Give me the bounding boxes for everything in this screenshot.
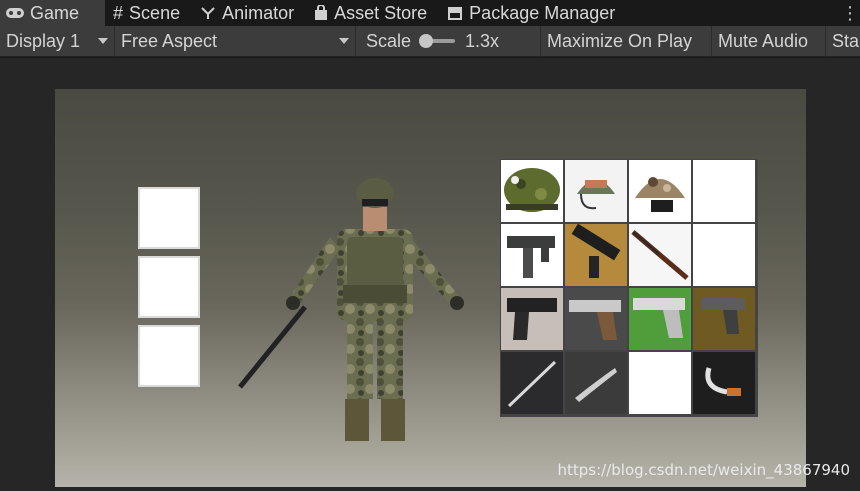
karambit-knife-icon (705, 367, 741, 396)
pistol-small-icon (701, 298, 745, 334)
green-helmet-icon (577, 180, 615, 210)
kukri-knife-icon (575, 368, 617, 402)
gamepad-icon (6, 7, 24, 19)
inventory-slot-pistol-black[interactable] (501, 288, 563, 350)
inventory-slot-empty[interactable] (629, 352, 691, 414)
display-dropdown-value: Display 1 (6, 30, 81, 51)
soldier-character (235, 177, 475, 448)
pistol-black-icon (507, 298, 557, 340)
game-view-toolbar: Display 1 Free Aspect Scale 1.3x Maximiz… (0, 25, 860, 57)
chevron-down-icon (98, 38, 108, 44)
equipment-slot[interactable] (138, 325, 200, 387)
tab-label: Game (30, 2, 80, 23)
tab-package-manager[interactable]: Package Manager (439, 0, 627, 26)
aspect-dropdown-value: Free Aspect (121, 30, 218, 51)
desert-helmet-icon (635, 177, 685, 212)
inventory-slot-rifle[interactable] (629, 224, 691, 286)
tab-game[interactable]: Game (0, 0, 106, 26)
maximize-on-play-toggle[interactable]: Maximize On Play (541, 25, 712, 57)
inventory-slot-green-helmet[interactable] (565, 160, 627, 222)
watermark: https://blog.csdn.net/weixin_43867940 (557, 461, 850, 479)
mp5-smg-icon (571, 224, 621, 278)
inventory-slot-karambit-knife[interactable] (693, 352, 755, 414)
stats-toggle[interactable]: Sta (826, 26, 860, 57)
inventory-slot-pistol-green-bg[interactable] (629, 288, 691, 350)
combat-knife-icon (507, 360, 557, 408)
shopping-bag-icon (314, 5, 328, 21)
more-options-icon[interactable]: ⋮ (840, 0, 860, 26)
mute-audio-label: Mute Audio (718, 30, 809, 51)
pistol-silver-icon (569, 300, 621, 340)
rifle-icon (631, 230, 689, 280)
tab-animator[interactable]: Animator (192, 0, 306, 26)
tab-label: Package Manager (469, 2, 616, 23)
inventory-slot-desert-helmet[interactable] (629, 160, 691, 222)
tab-label: Scene (129, 2, 181, 23)
scale-control: Scale 1.3x (356, 25, 541, 57)
equipment-slot[interactable] (138, 256, 200, 318)
uzi-smg-icon (507, 236, 555, 278)
tab-asset-store[interactable]: Asset Store (306, 0, 439, 26)
package-icon (447, 6, 463, 20)
grid-icon: # (113, 2, 124, 23)
tab-scene[interactable]: # Scene (105, 0, 192, 26)
display-dropdown[interactable]: Display 1 (0, 25, 115, 57)
mute-audio-toggle[interactable]: Mute Audio (712, 25, 826, 57)
stats-label: Sta (832, 30, 860, 51)
editor-tab-bar: Game # Scene Animator Asset Store Packag… (0, 0, 860, 26)
equipment-slot[interactable] (138, 187, 200, 249)
inventory-slot-pistol-silver[interactable] (565, 288, 627, 350)
inventory-slot-pistol-small[interactable] (693, 288, 755, 350)
scale-value: 1.3x (465, 30, 500, 51)
inventory-slot-mp5-smg[interactable] (565, 224, 627, 286)
chevron-down-icon (339, 38, 349, 44)
scale-label: Scale (366, 30, 412, 51)
inventory-slot-empty[interactable] (693, 160, 755, 222)
tab-label: Animator (222, 2, 295, 23)
tab-label: Asset Store (334, 2, 428, 23)
inventory-slot-kukri-knife[interactable] (565, 352, 627, 414)
camo-helmet-icon (504, 168, 560, 212)
game-viewport[interactable] (55, 89, 806, 487)
inventory-slot-camo-helmet[interactable] (501, 160, 563, 222)
scale-slider[interactable] (419, 34, 456, 48)
scale-slider-handle[interactable] (419, 34, 434, 48)
game-view: https://blog.csdn.net/weixin_43867940 (0, 58, 860, 491)
animator-icon (200, 5, 216, 21)
inventory-slot-uzi-smg[interactable] (501, 224, 563, 286)
inventory-slot-combat-knife[interactable] (501, 352, 563, 414)
inventory-slot-empty[interactable] (693, 224, 755, 286)
aspect-dropdown[interactable]: Free Aspect (115, 25, 356, 57)
maximize-on-play-label: Maximize On Play (547, 30, 693, 51)
inventory-grid (500, 159, 758, 417)
pistol-green-bg-icon (633, 298, 685, 338)
